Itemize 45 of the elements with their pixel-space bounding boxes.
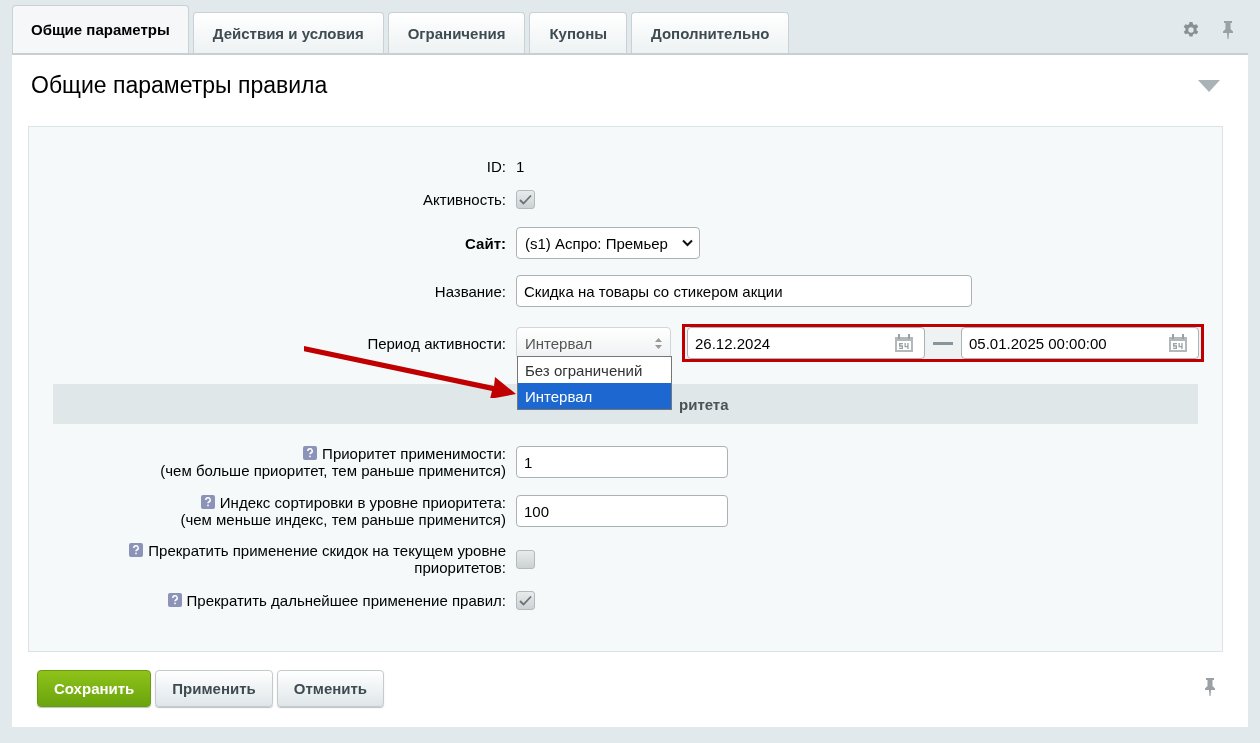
field-label: ID: (486, 158, 506, 175)
checkbox[interactable] (516, 549, 535, 569)
number-field[interactable]: 1 (516, 446, 728, 478)
number-field[interactable]: 100 (516, 495, 728, 527)
field-label: Название: (434, 282, 506, 300)
dropdown-option[interactable]: Без ограничений (518, 357, 671, 383)
name-field[interactable]: Скидка на товары со стикером акции (516, 275, 972, 307)
tab[interactable]: Дополнительно (631, 12, 790, 53)
pin-icon[interactable] (1204, 677, 1216, 697)
checkbox[interactable] (516, 591, 535, 610)
field-label: Приоритет применимости: (322, 445, 506, 462)
site-select[interactable]: (s1) Аспро: Премьер (516, 227, 700, 259)
settings-icon[interactable] (1182, 20, 1200, 39)
calendar-icon[interactable] (894, 333, 914, 353)
collapse-triangle-icon[interactable] (1198, 79, 1220, 92)
section-title: Общие параметры правила (31, 72, 328, 99)
field-label: Прекратить применение скидок на текущем уровне приоритетов: (148, 542, 506, 576)
help-icon[interactable] (167, 593, 182, 607)
action-button[interactable]: Отменить (276, 670, 385, 707)
field-hint: (чем меньше индекс, тем раньше применится) (180, 511, 506, 528)
range-dash (933, 341, 953, 345)
calendar-icon[interactable] (1168, 333, 1188, 353)
pin-icon[interactable] (1222, 19, 1234, 40)
chevron-down-icon (681, 239, 693, 247)
field-label: Период активности: (367, 334, 506, 352)
field-hint: (чем больше приоритет, тем раньше применится) (160, 462, 506, 479)
field-label: Активность: (423, 190, 506, 208)
tab[interactable]: Ограничения (387, 12, 526, 53)
sort-arrows-icon (655, 337, 662, 349)
id-value: 1 (516, 158, 525, 175)
checkbox[interactable] (516, 189, 535, 209)
period-select[interactable]: Интервал (516, 327, 671, 359)
field-label: Сайт: (465, 234, 506, 252)
tab[interactable]: Действия и условия (192, 12, 384, 53)
field-label: Прекратить дальнейшее применение правил: (186, 592, 506, 609)
date-field[interactable]: 05.01.2025 00:00:00 (961, 327, 1199, 359)
action-button[interactable]: Применить (155, 670, 273, 707)
help-icon[interactable] (129, 543, 144, 557)
field-label: Индекс сортировки в уровне приоритета: (219, 494, 506, 511)
tab[interactable]: Купоны (529, 12, 628, 53)
tab[interactable]: Общие параметры (12, 5, 189, 53)
help-icon[interactable] (200, 495, 215, 509)
help-icon[interactable] (303, 446, 318, 460)
dropdown-option[interactable]: Интервал (518, 383, 671, 409)
date-field[interactable]: 26.12.2024 (687, 327, 925, 359)
